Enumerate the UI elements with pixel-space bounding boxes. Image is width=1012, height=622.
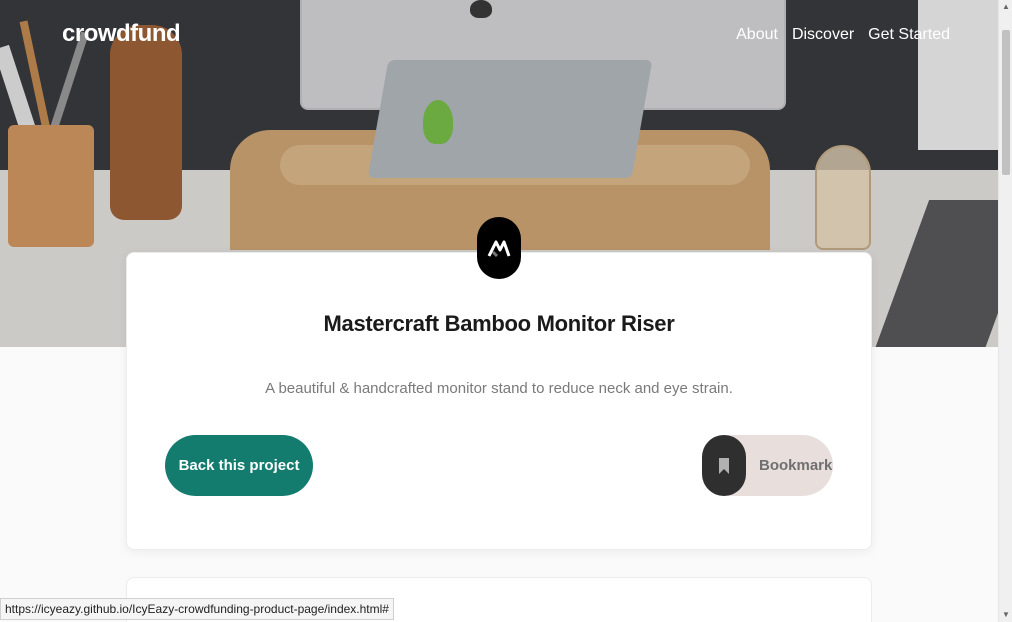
product-card [126,252,872,550]
nav-get-started[interactable]: Get Started [868,26,950,44]
back-project-button[interactable]: Back this project [165,435,313,496]
vertical-scrollbar[interactable]: ▲ ▼ [998,0,1012,622]
scroll-up-arrow-icon[interactable]: ▲ [999,0,1012,14]
scroll-down-arrow-icon[interactable]: ▼ [999,608,1012,622]
product-title: Mastercraft Bamboo Monitor Riser [323,311,675,336]
main-nav: About Discover Get Started [736,26,950,44]
bookmark-icon [719,457,729,474]
site-logo[interactable]: crowdfund [62,20,181,48]
mastercraft-logo-icon [477,217,521,279]
nav-about[interactable]: About [736,26,778,44]
m-logo-icon [487,240,511,258]
nav-discover[interactable]: Discover [792,26,854,44]
product-subtitle: A beautiful & handcrafted monitor stand … [265,380,733,397]
status-bar-url: https://icyeazy.github.io/IcyEazy-crowdf… [0,598,394,620]
logo-circle [477,217,521,279]
bookmark-icon-circle [702,435,746,496]
scroll-thumb[interactable] [1002,30,1010,175]
bookmark-button[interactable]: Bookmark [702,435,833,496]
bookmark-label: Bookmark [759,457,833,474]
